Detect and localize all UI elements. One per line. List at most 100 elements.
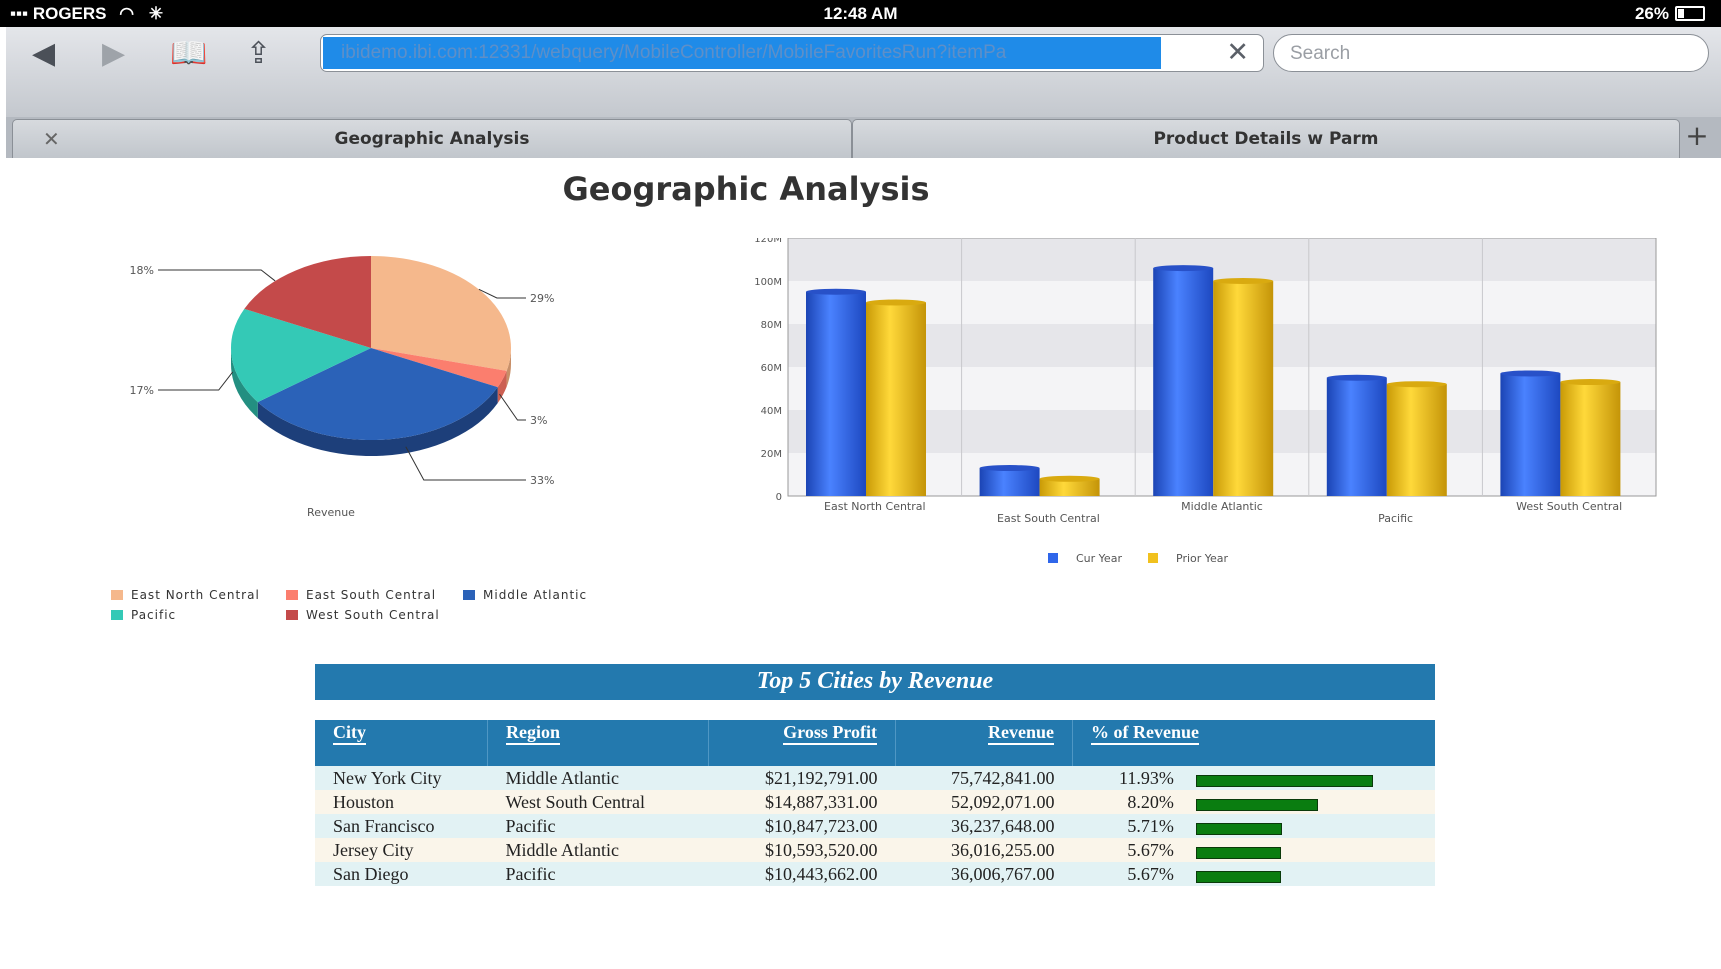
- table-row: New York City Middle Atlantic $21,192,791.…: [315, 766, 1435, 790]
- pie-slice-label: 29%: [530, 292, 554, 305]
- x-tick-label: Pacific: [1378, 512, 1413, 525]
- cell-revenue: 75,742,841.00: [895, 766, 1073, 790]
- tab-product-details[interactable]: Product Details w Parm: [852, 119, 1680, 158]
- bar-cur-year: [979, 468, 1040, 496]
- top-cities-table: City Region Gross Profit Revenue % of Re…: [315, 720, 1435, 886]
- header-label: % of Revenue: [1091, 722, 1199, 745]
- cell-gross-profit: $21,192,791.00: [708, 766, 896, 790]
- pie-leader-line: [405, 446, 526, 481]
- bar-cur-year: [806, 291, 866, 496]
- bar-cap: [1326, 374, 1387, 381]
- header-label: Region: [506, 722, 560, 745]
- bar-cap: [1213, 278, 1274, 284]
- header-label: City: [333, 722, 366, 745]
- header-label: Gross Profit: [783, 722, 877, 745]
- pie-leader-line: [158, 371, 234, 391]
- revenue-pie-chart: 29% 3% 33% 17% 18% Revenue: [130, 256, 554, 519]
- cell-city: San Diego: [315, 862, 488, 886]
- cell-percent-bar: [1191, 814, 1435, 838]
- legend-swatch: [1048, 553, 1058, 563]
- header-label: Revenue: [988, 722, 1054, 745]
- percent-bar: [1195, 822, 1282, 835]
- legend-swatch: [1148, 553, 1158, 563]
- bar-cur-year: [1153, 268, 1214, 496]
- cell-region: Pacific: [487, 814, 709, 838]
- tab-label: Product Details w Parm: [1153, 129, 1379, 149]
- search-field[interactable]: Search: [1273, 34, 1709, 72]
- revenue-bar-chart: 0 20M 40M 60M 80M 100M 120M East North Central E…: [754, 238, 1657, 565]
- cell-percent: 5.71%: [1072, 814, 1192, 838]
- close-tab-icon[interactable]: ✕: [43, 120, 60, 158]
- battery-icon: [1675, 6, 1705, 21]
- bar-cap: [979, 465, 1040, 472]
- legend-item-east-south-central: East South Central: [286, 588, 463, 602]
- y-tick-label: 120M: [754, 238, 782, 245]
- legend-label: Prior Year: [1176, 552, 1229, 565]
- percent-bar: [1195, 870, 1281, 883]
- pie-slice-label: 3%: [530, 414, 547, 427]
- legend-item-middle-atlantic: Middle Atlantic: [463, 588, 587, 602]
- search-placeholder: Search: [1290, 43, 1351, 64]
- cell-percent: 8.20%: [1072, 790, 1192, 814]
- cell-percent: 5.67%: [1072, 862, 1192, 886]
- percent-bar: [1195, 798, 1318, 811]
- tab-geographic-analysis[interactable]: ✕ Geographic Analysis: [12, 119, 852, 158]
- new-tab-icon[interactable]: +: [1677, 117, 1717, 158]
- page-content: Geographic Analysis 29% 3% 33% 17% 18% Revenu…: [6, 158, 1721, 969]
- bar-prior-year: [1386, 384, 1447, 496]
- page-title: Geographic Analysis: [562, 170, 930, 208]
- url-text: ibidemo.ibi.com:12331/webquery/MobileCon…: [341, 42, 1007, 63]
- table-row: Houston West South Central $14,887,331.00 5…: [315, 790, 1435, 814]
- header-city: City: [315, 720, 488, 766]
- cell-gross-profit: $14,887,331.00: [708, 790, 896, 814]
- cell-city: New York City: [315, 766, 488, 790]
- cell-percent: 11.93%: [1072, 766, 1192, 790]
- url-field[interactable]: ibidemo.ibi.com:12331/webquery/MobileCon…: [320, 34, 1264, 72]
- legend-swatch: [286, 610, 298, 620]
- bar-cap: [1039, 475, 1100, 482]
- legend-swatch: [111, 590, 123, 600]
- cell-revenue: 52,092,071.00: [895, 790, 1073, 814]
- cell-city: San Francisco: [315, 814, 488, 838]
- bar-cur-year: [1500, 373, 1561, 496]
- bar-prior-year: [1213, 281, 1274, 496]
- back-icon[interactable]: ◀: [32, 37, 55, 71]
- y-tick-label: 100M: [754, 277, 782, 288]
- pie-leader-line: [499, 393, 526, 421]
- y-tick-label: 60M: [761, 363, 782, 374]
- pie-legend: East North Central East South Central Midd…: [111, 588, 587, 628]
- y-tick-label: 20M: [761, 449, 782, 460]
- table-row: San Francisco Pacific $10,847,723.00 36,237…: [315, 814, 1435, 838]
- cell-region: Middle Atlantic: [487, 766, 709, 790]
- legend-label: East South Central: [306, 588, 437, 602]
- cell-city: Jersey City: [315, 838, 488, 862]
- share-icon[interactable]: ⇪: [246, 37, 271, 71]
- x-tick-label: East South Central: [997, 512, 1100, 525]
- legend-label: Pacific: [131, 608, 177, 622]
- bar-cap: [1153, 265, 1214, 272]
- header-revenue: Revenue: [895, 720, 1073, 766]
- tab-label: Geographic Analysis: [334, 129, 530, 149]
- legend-item-pacific: Pacific: [111, 608, 286, 622]
- cell-region: Pacific: [487, 862, 709, 886]
- table-row: Jersey City Middle Atlantic $10,593,520.00…: [315, 838, 1435, 862]
- legend-swatch: [111, 610, 123, 620]
- legend-label: West South Central: [306, 608, 440, 622]
- bar-cap: [1386, 381, 1447, 388]
- legend-label: Middle Atlantic: [483, 588, 588, 602]
- cell-gross-profit: $10,593,520.00: [708, 838, 896, 862]
- grid-band: [788, 238, 1656, 281]
- percent-bar: [1195, 774, 1373, 787]
- clear-url-icon[interactable]: ✕: [1226, 37, 1249, 68]
- forward-icon[interactable]: ▶: [102, 37, 125, 71]
- status-bar: ▪▪▪ ROGERS ◠ ✳ 12:48 AM 26%: [0, 0, 1721, 27]
- legend-label: Cur Year: [1076, 552, 1122, 565]
- legend-label: East North Central: [131, 588, 260, 602]
- table-header-row: City Region Gross Profit Revenue % of Re…: [315, 720, 1435, 766]
- header-percent-revenue: % of Revenue: [1072, 720, 1435, 766]
- bookmarks-icon[interactable]: 📖: [170, 37, 207, 71]
- bar-cap: [866, 299, 926, 306]
- header-gross-profit: Gross Profit: [708, 720, 896, 766]
- bar-cap: [1560, 379, 1621, 386]
- cell-revenue: 36,006,767.00: [895, 862, 1073, 886]
